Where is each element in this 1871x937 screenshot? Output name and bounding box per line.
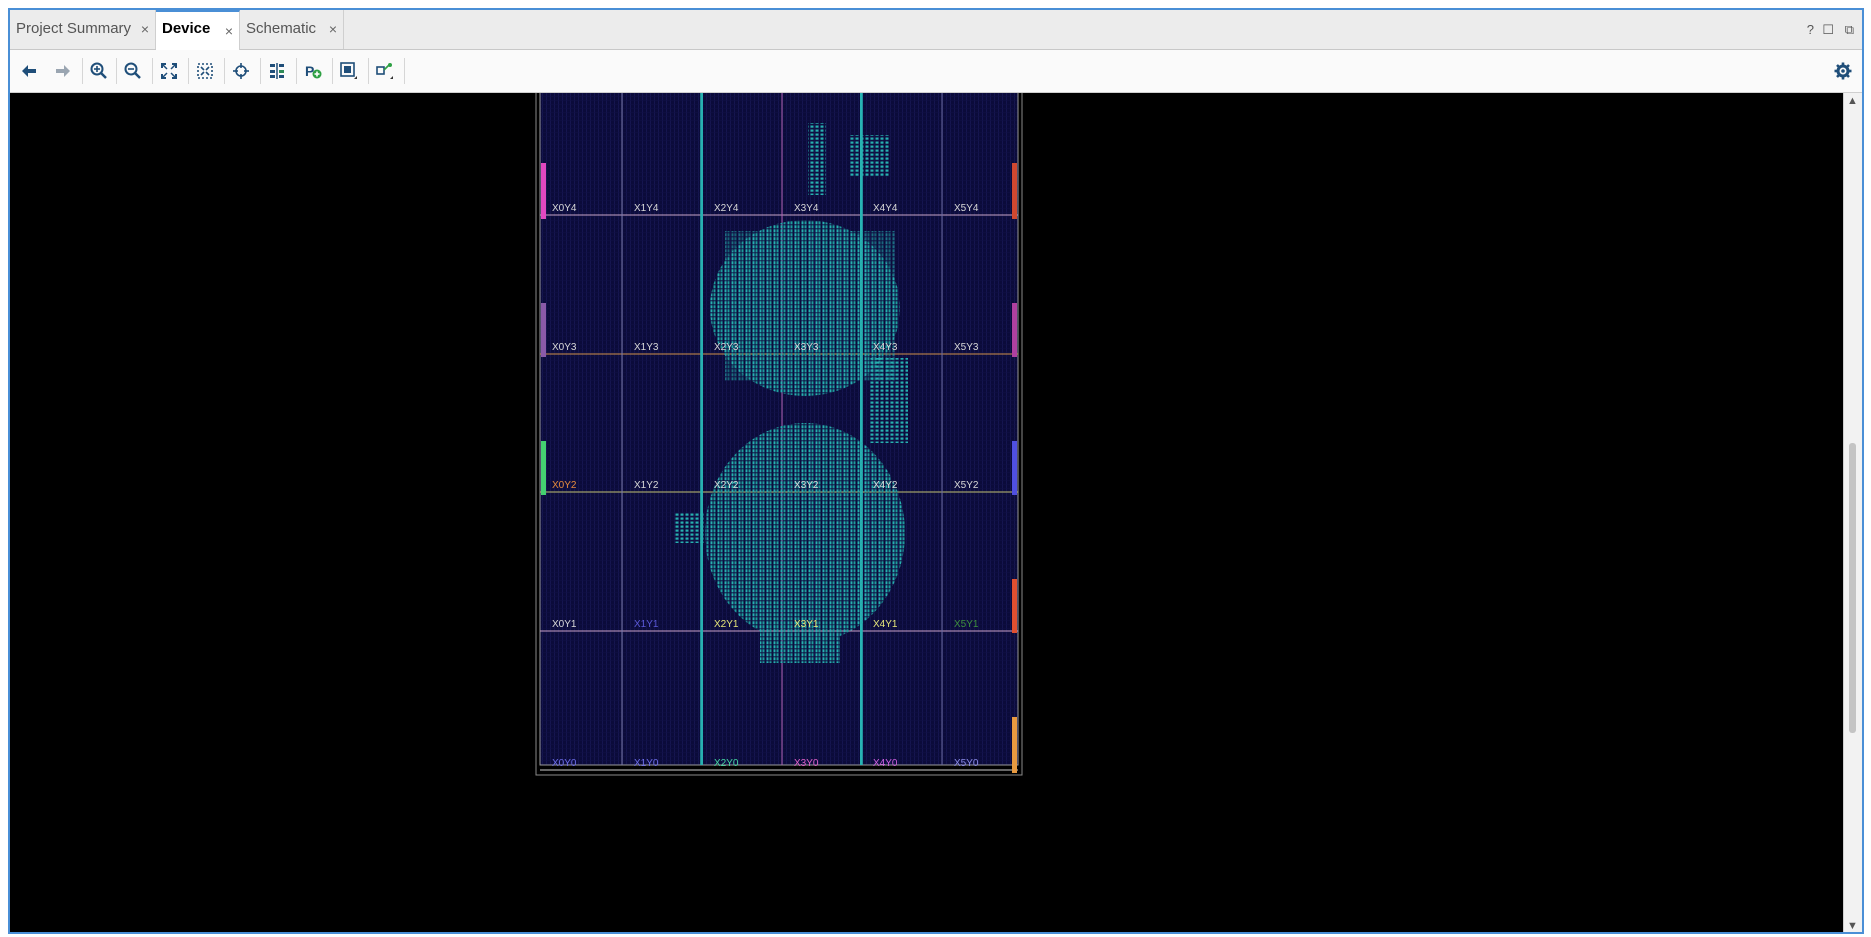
arrow-right-icon[interactable] xyxy=(50,58,76,84)
device-view-options-icon[interactable] xyxy=(336,58,362,84)
tab-schematic[interactable]: Schematic × xyxy=(240,10,344,49)
add-pblock-icon[interactable]: P xyxy=(300,58,326,84)
toolbar-separator xyxy=(404,58,405,84)
clock-region-label: X5Y3 xyxy=(954,342,979,353)
zoom-in-icon[interactable] xyxy=(86,58,112,84)
scroll-up-icon[interactable]: ▲ xyxy=(1847,95,1858,107)
tab-label: Project Summary xyxy=(16,20,132,37)
io-bank-strip xyxy=(541,303,546,357)
tab-label: Device xyxy=(162,20,211,37)
gear-icon[interactable] xyxy=(1830,58,1856,84)
tab-device[interactable]: Device × xyxy=(156,10,240,50)
clock-region-label: X4Y4 xyxy=(873,203,898,214)
connectivity-icon[interactable] xyxy=(372,58,398,84)
clock-region-label: X1Y3 xyxy=(634,342,659,353)
clock-spine xyxy=(860,93,863,765)
close-icon[interactable]: × xyxy=(141,10,149,48)
close-icon[interactable]: × xyxy=(225,12,233,50)
toolbar-separator xyxy=(332,58,333,84)
tab-label: Schematic xyxy=(246,20,317,37)
toolbar-separator xyxy=(260,58,261,84)
vivado-device-window: Project Summary × Device × Schematic × ?… xyxy=(8,8,1864,934)
vertical-scrollbar[interactable]: ▲ ▼ xyxy=(1843,93,1862,932)
clock-region-label: X0Y1 xyxy=(552,619,577,630)
clock-region-label: X4Y1 xyxy=(873,619,898,630)
device-toolbar: P xyxy=(10,50,1862,93)
scrollbar-thumb[interactable] xyxy=(1849,443,1856,733)
io-bank-strip xyxy=(541,163,546,219)
placed-cells xyxy=(808,123,826,195)
clock-region-label: X3Y4 xyxy=(794,203,819,214)
zoom-fit-icon[interactable] xyxy=(156,58,182,84)
clock-region-label: X4Y3 xyxy=(873,342,898,353)
clock-region-label: X5Y0 xyxy=(954,758,979,769)
clock-region-label: X1Y0 xyxy=(634,758,659,769)
tab-bar: Project Summary × Device × Schematic × ?… xyxy=(10,10,1862,50)
clock-region-label: X2Y3 xyxy=(714,342,739,353)
clock-region-label: X3Y3 xyxy=(794,342,819,353)
fpga-device-floorplan[interactable]: X0Y4 X1Y4 X2Y4 X3Y4 X4Y4 X5Y4 X0Y3 X1Y3 X2Y3 X3Y3… xyxy=(10,93,1846,934)
toolbar-separator xyxy=(188,58,189,84)
toolbar-separator xyxy=(224,58,225,84)
maximize-icon[interactable]: ☐ xyxy=(1822,22,1834,38)
clock-region-label: X1Y4 xyxy=(634,203,659,214)
clock-region-label: X0Y3 xyxy=(552,342,577,353)
clock-region-label: X5Y4 xyxy=(954,203,979,214)
clock-region-label: X5Y2 xyxy=(954,480,979,491)
toolbar-separator xyxy=(152,58,153,84)
clock-region-label: X2Y2 xyxy=(714,480,739,491)
arrow-left-icon[interactable] xyxy=(16,58,42,84)
clock-region-label: X3Y2 xyxy=(794,480,819,491)
io-bank-strip xyxy=(1012,303,1017,357)
float-window-icon[interactable]: ⧉ xyxy=(1845,22,1854,38)
crosshair-icon[interactable] xyxy=(228,58,254,84)
placed-cells xyxy=(850,135,890,177)
clock-region-label: X3Y0 xyxy=(794,758,819,769)
close-icon[interactable]: × xyxy=(329,10,337,48)
clock-spine xyxy=(700,93,703,765)
placed-cells xyxy=(870,358,908,443)
device-view-canvas[interactable]: X0Y4 X1Y4 X2Y4 X3Y4 X4Y4 X5Y4 X0Y3 X1Y3 X2Y3 X3Y3… xyxy=(10,93,1846,934)
zoom-selected-icon[interactable] xyxy=(192,58,218,84)
clock-region-label: X2Y1 xyxy=(714,619,739,630)
clock-region-label: X3Y1 xyxy=(794,619,819,630)
io-bank-strip xyxy=(1012,441,1017,495)
placed-cells xyxy=(725,231,895,381)
toolbar-separator xyxy=(116,58,117,84)
clock-region-label: X4Y0 xyxy=(873,758,898,769)
toolbar-separator xyxy=(296,58,297,84)
device-floorplan: X0Y4 X1Y4 X2Y4 X3Y4 X4Y4 X5Y4 X0Y3 X1Y3 X2Y3 X3Y3… xyxy=(535,93,1023,776)
io-bank-strip xyxy=(1012,579,1017,633)
placed-cells xyxy=(674,513,704,543)
help-icon[interactable]: ? xyxy=(1807,22,1814,37)
clock-region-label: X5Y1 xyxy=(954,619,979,630)
svg-text:P: P xyxy=(305,63,314,79)
scroll-down-icon[interactable]: ▼ xyxy=(1847,920,1858,932)
clock-region-label: X0Y0 xyxy=(552,758,577,769)
clock-region-label: X0Y4 xyxy=(552,203,577,214)
clock-region-label: X1Y2 xyxy=(634,480,659,491)
toolbar-separator xyxy=(368,58,369,84)
routing-resources-icon[interactable] xyxy=(264,58,290,84)
tab-project-summary[interactable]: Project Summary × xyxy=(10,10,156,49)
clock-region-label: X0Y2 xyxy=(552,480,577,491)
io-bank-strip xyxy=(541,441,546,495)
zoom-out-icon[interactable] xyxy=(120,58,146,84)
toolbar-separator xyxy=(82,58,83,84)
io-bank-strip xyxy=(1012,163,1017,219)
clock-region-label: X4Y2 xyxy=(873,480,898,491)
clock-region-label: X2Y0 xyxy=(714,758,739,769)
clock-region-label: X2Y4 xyxy=(714,203,739,214)
io-bank-strip xyxy=(1012,717,1017,773)
clock-region-label: X1Y1 xyxy=(634,619,659,630)
placed-cells xyxy=(705,423,905,643)
